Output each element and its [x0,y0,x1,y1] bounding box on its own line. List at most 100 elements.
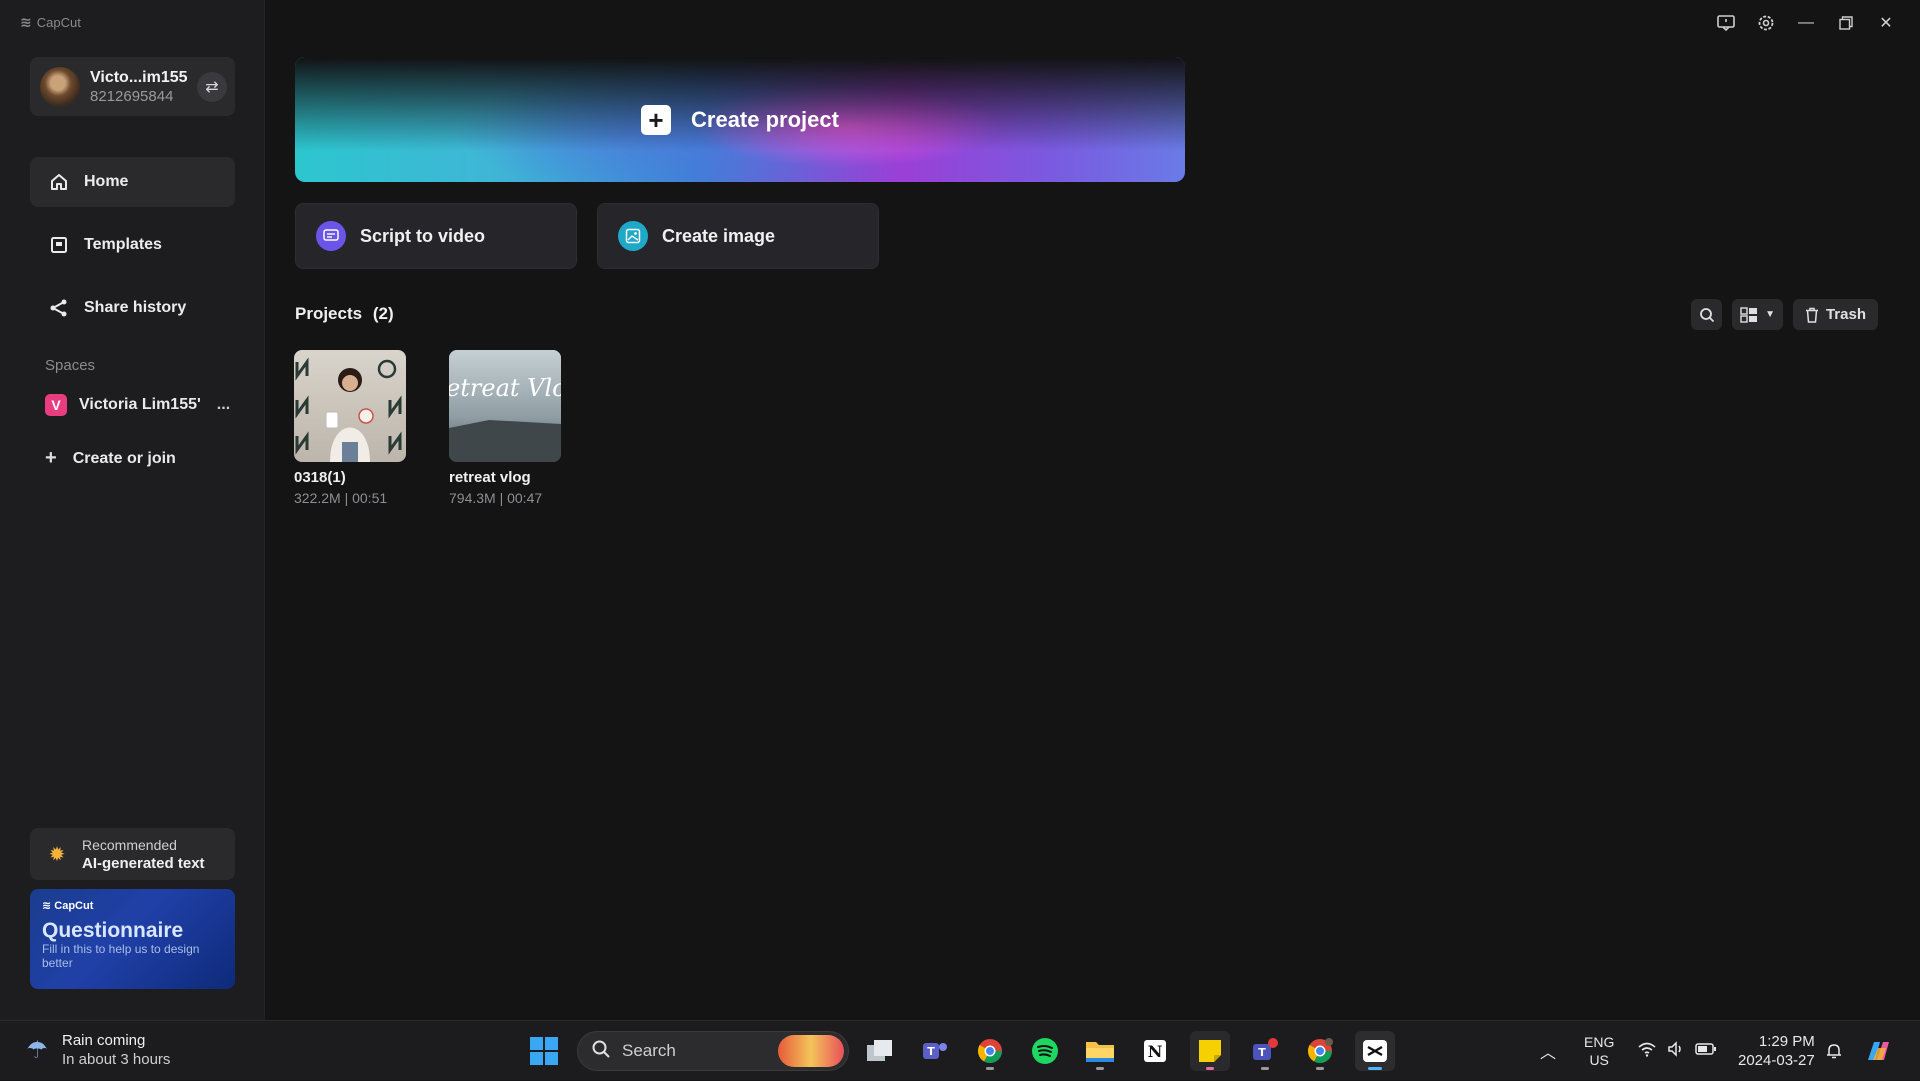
project-thumbnail[interactable] [294,350,406,462]
battery-icon [1695,1042,1717,1061]
spotify-icon[interactable] [1025,1031,1065,1071]
capcut-logo-icon: ≋ [42,900,55,912]
questionnaire-brand: CapCut [54,900,94,912]
search-button[interactable] [1691,299,1723,330]
space-item[interactable]: V Victoria Lim155' ... [45,394,230,416]
space-more-icon[interactable]: ... [217,396,230,414]
close-icon[interactable]: ✕ [1866,12,1906,34]
language-indicator[interactable]: ENG US [1584,1021,1614,1081]
app-brand: ≋ CapCut [20,14,81,31]
project-meta: 794.3M | 00:47 [449,490,543,506]
restore-icon[interactable] [1826,12,1866,34]
sticky-notes-icon[interactable] [1190,1031,1230,1071]
capcut-window: ≋ CapCut Victo...im155 8212695844 ⇄ Home… [0,0,1920,1020]
sidebar-item-templates[interactable]: Templates [30,220,235,270]
recommended-card[interactable]: ✹ Recommended AI-generated text [30,828,235,880]
capcut-taskbar-icon[interactable] [1355,1031,1395,1071]
questionnaire-title: Questionnaire [42,919,184,942]
questionnaire-subtitle: Fill in this to help us to design better [42,942,200,970]
show-hidden-icons[interactable]: ︿ [1540,1021,1556,1081]
script-to-video-label: Script to video [360,225,486,246]
svg-text:N: N [1148,1042,1163,1061]
start-button[interactable] [524,1031,564,1071]
settings-gear-icon[interactable] [1746,12,1786,34]
trash-button[interactable]: Trash [1792,299,1878,330]
taskbar-search[interactable]: Search [577,1031,849,1071]
search-icon [592,1040,610,1063]
sidebar-item-label: Home [84,173,129,190]
weather-widget[interactable]: ☂ Rain coming In about 3 hours [22,1031,170,1069]
recommended-title: AI-generated text [82,854,205,872]
clock-time: 1:29 PM [1758,1033,1815,1050]
account-id: 8212695844 [90,87,174,105]
create-project-label: Create project [691,106,839,132]
projects-title: Projects [295,304,363,323]
teams-new-icon[interactable]: T [1245,1031,1285,1071]
brand-name: CapCut [36,15,81,30]
weather-line2: In about 3 hours [62,1051,171,1068]
thumbnail-script-text: Retreat Vlog [449,374,561,402]
teams-icon[interactable]: T [915,1031,955,1071]
swap-arrows-icon: ⇄ [205,79,219,96]
file-explorer-icon[interactable] [1080,1031,1120,1071]
svg-text:T: T [927,1045,935,1058]
script-to-video-button[interactable]: Script to video [295,203,577,269]
switch-account-button[interactable]: ⇄ [197,72,227,102]
search-placeholder: Search [622,1041,676,1060]
share-icon [48,297,70,319]
avatar [40,66,80,107]
plus-icon: + [45,447,57,469]
copilot-icon[interactable] [1864,1021,1894,1081]
trash-label: Trash [1825,306,1866,323]
svg-text:T: T [1258,1046,1266,1059]
spaces-heading: Spaces [45,357,96,374]
sidebar-item-share-history[interactable]: Share history [30,283,235,333]
project-thumbnail[interactable]: Retreat Vlog [449,350,561,462]
weather-line1: Rain coming [62,1032,146,1049]
projects-count: (2) [372,304,394,323]
windows-logo-icon [530,1037,558,1065]
system-tray[interactable] [1637,1021,1717,1081]
project-name[interactable]: retreat vlog [449,469,531,486]
create-image-label: Create image [662,225,776,246]
account-card[interactable]: Victo...im155 8212695844 ⇄ [30,57,235,116]
wifi-icon [1637,1041,1657,1062]
script-icon [316,221,346,251]
volume-icon [1667,1040,1685,1062]
feedback-icon[interactable] [1706,12,1746,34]
capcut-logo-icon: ≋ [20,14,32,30]
chrome-profile-icon[interactable] [1300,1031,1340,1071]
projects-toolbar: ▼ Trash [1691,299,1878,330]
minimize-icon[interactable]: — [1786,12,1826,34]
clock[interactable]: 1:29 PM 2024-03-27 [1738,1021,1815,1081]
trash-icon [1805,307,1818,323]
lang-line2: US [1589,1052,1609,1068]
create-project-button[interactable]: + Create project [295,57,1185,182]
notion-icon[interactable]: N [1135,1031,1175,1071]
questionnaire-banner[interactable]: ≋ CapCut Questionnaire Fill in this to h… [30,889,235,989]
projects-heading: Projects (2) [295,304,394,324]
recommended-label: Recommended [82,836,177,853]
search-icon [1699,307,1714,322]
search-highlight-image [778,1035,844,1067]
create-image-button[interactable]: Create image [597,203,879,269]
view-toggle-button[interactable]: ▼ [1732,299,1783,330]
create-join-label: Create or join [72,449,176,467]
lightbulb-icon: ✹ [48,843,66,866]
project-meta: 322.2M | 00:51 [294,490,388,506]
sidebar-item-label: Templates [84,236,162,253]
notifications-icon[interactable] [1825,1021,1843,1081]
chrome-icon[interactable] [970,1031,1010,1071]
window-controls: — ✕ [1706,12,1906,34]
chevron-down-icon: ▼ [1765,309,1775,320]
templates-icon [48,234,70,256]
sidebar: ≋ CapCut Victo...im155 8212695844 ⇄ Home… [0,0,265,1020]
clock-date: 2024-03-27 [1738,1052,1815,1069]
create-or-join-button[interactable]: + Create or join [45,447,176,470]
task-view-icon[interactable] [860,1031,900,1071]
grid-view-icon [1740,306,1758,323]
sidebar-item-home[interactable]: Home [30,157,235,207]
project-name[interactable]: 0318(1) [294,469,346,486]
chevron-up-icon: ︿ [1540,1045,1557,1062]
windows-taskbar: ☂ Rain coming In about 3 hours Search T … [0,1020,1920,1080]
